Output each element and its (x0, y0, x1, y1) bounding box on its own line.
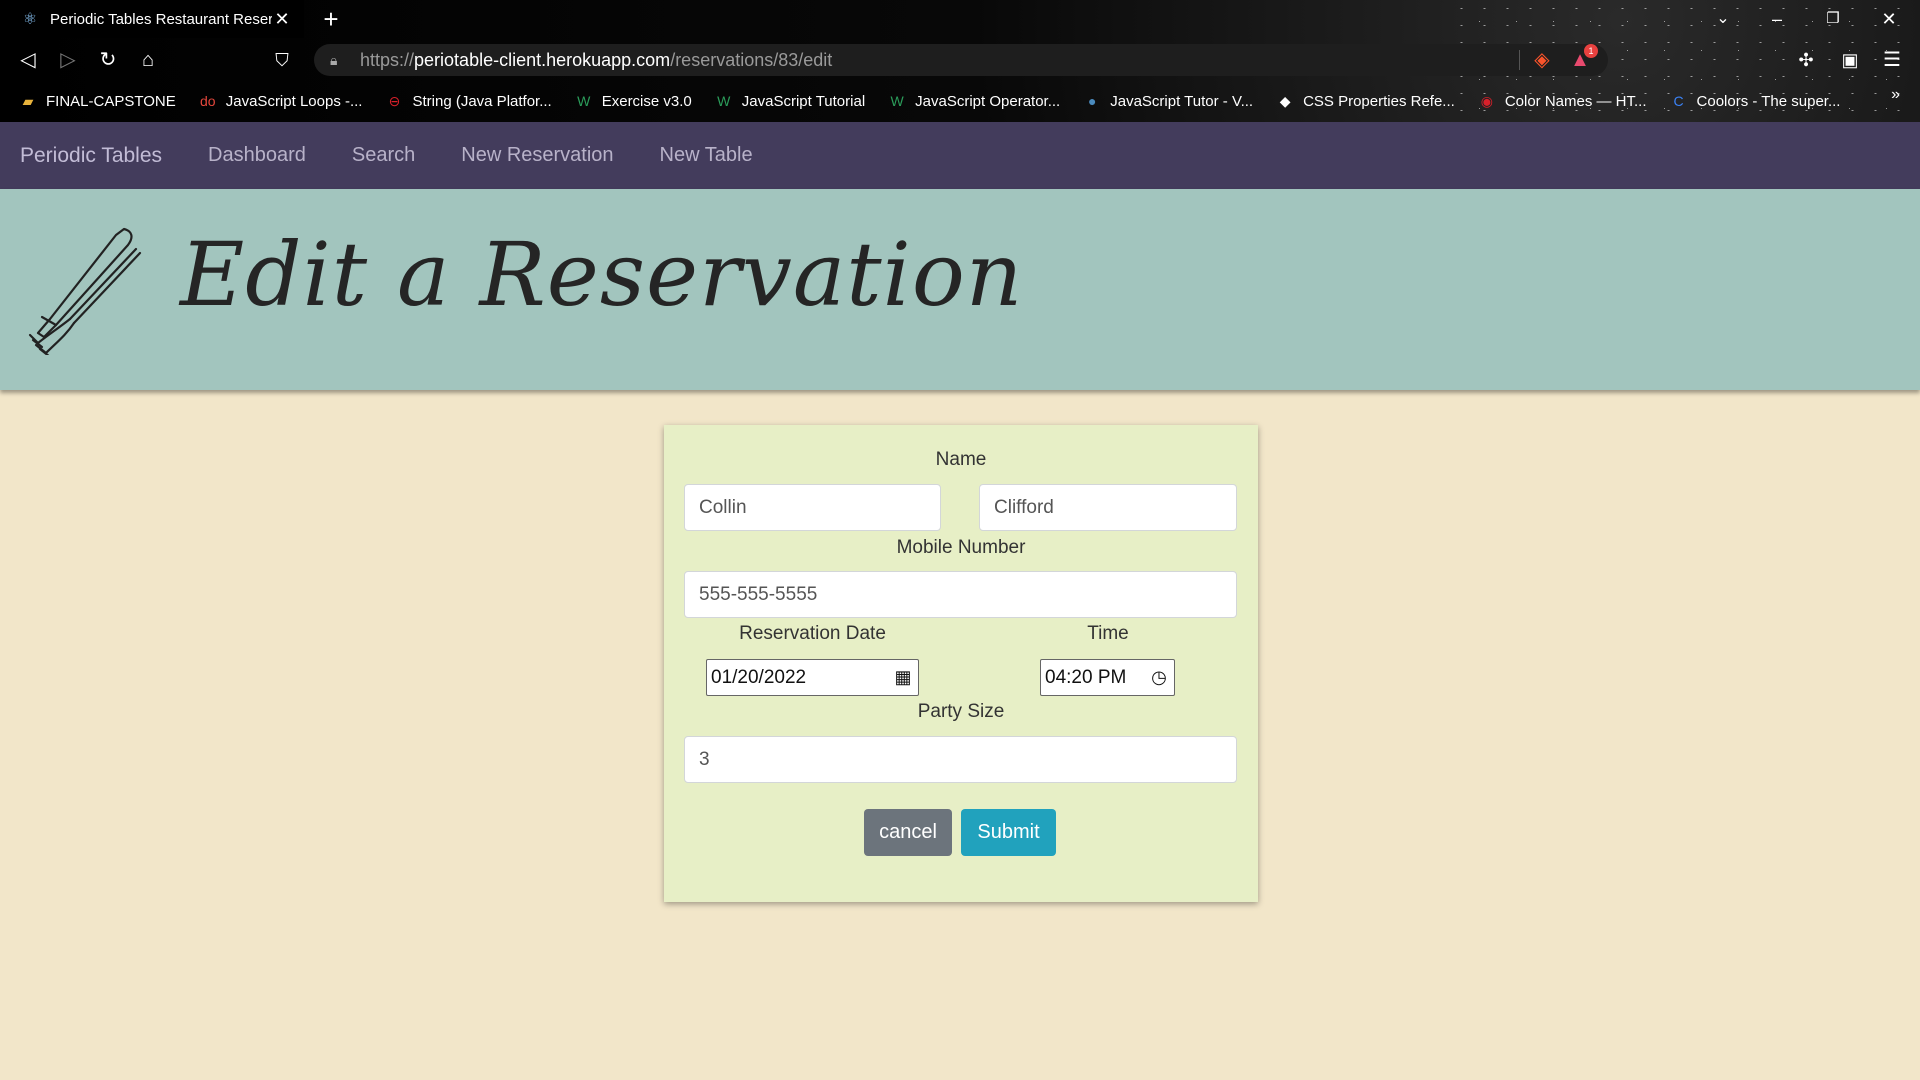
new-tab-button[interactable]: + (316, 4, 346, 34)
lock-icon: 🔒︎ (330, 51, 338, 68)
nav-link-dashboard[interactable]: Dashboard (208, 144, 306, 167)
bookmark-item[interactable]: W JavaScript Tutorial (714, 92, 865, 110)
time-value: 04:20 PM (1045, 667, 1127, 688)
nav-link-search[interactable]: Search (352, 144, 415, 167)
folder-icon: ▰ (22, 93, 34, 109)
css-ref-icon: ◆ (1279, 93, 1291, 109)
bookmark-icon[interactable]: ⛉ (268, 46, 296, 74)
tab-search-icon[interactable]: ⌄ (1700, 0, 1746, 38)
clock-icon[interactable]: ◷ (1144, 660, 1174, 695)
wallet-icon[interactable]: ▣ (1836, 46, 1864, 74)
home-icon[interactable]: ⌂ (134, 46, 162, 74)
menu-icon[interactable]: ☰ (1878, 46, 1906, 74)
url-scheme: https:// (360, 49, 415, 70)
brand-link[interactable]: Periodic Tables (20, 144, 162, 168)
bookmark-item[interactable]: ▰ FINAL-CAPSTONE (18, 92, 176, 110)
back-button[interactable]: ◁ (14, 46, 42, 74)
bookmark-label: Exercise v3.0 (601, 92, 692, 110)
minimize-button[interactable]: – (1754, 0, 1800, 38)
close-window-button[interactable]: ✕ (1866, 0, 1912, 38)
edit-reservation-form: Name Collin Clifford Mobile Number 555-5… (664, 425, 1258, 902)
brave-shields-icon[interactable]: ◈ (1530, 48, 1554, 72)
bookmark-item[interactable]: ◉ Color Names — HT... (1477, 92, 1647, 110)
rewards-badge: 1 (1584, 44, 1598, 58)
url-path: /reservations/83/edit (670, 49, 833, 70)
oracle-icon: ⊖ (388, 93, 401, 109)
tab-title: Periodic Tables Restaurant Reserv (50, 10, 272, 28)
bookmark-item[interactable]: ◆ CSS Properties Refe... (1275, 92, 1455, 110)
bookmark-item[interactable]: W Exercise v3.0 (574, 92, 692, 110)
bookmark-label: JavaScript Operator... (915, 92, 1061, 110)
bookmark-label: JavaScript Loops -... (225, 92, 363, 110)
nav-link-new-reservation[interactable]: New Reservation (461, 144, 613, 167)
reload-button[interactable]: ↻ (94, 46, 122, 74)
mobile-number-label: Mobile Number (896, 537, 1026, 558)
bookmark-item[interactable]: W JavaScript Operator... (887, 92, 1061, 110)
page-title: Edit a Reservation (180, 223, 1024, 326)
react-icon: ⚛ (22, 11, 38, 28)
time-input[interactable]: 04:20 PM ◷ (1040, 659, 1175, 696)
bookmark-item[interactable]: C Coolors - The super... (1669, 92, 1841, 110)
w3schools-icon: W (577, 93, 591, 109)
bookmark-item[interactable]: do JavaScript Loops -... (198, 92, 363, 110)
last-name-input[interactable]: Clifford (979, 484, 1237, 531)
color-names-icon: ◉ (1480, 93, 1493, 109)
calendar-icon[interactable]: ▦ (888, 660, 918, 695)
extensions-icon[interactable]: ✣ (1792, 46, 1820, 74)
mobile-number-input[interactable]: 555-555-5555 (684, 571, 1237, 618)
submit-button[interactable]: Submit (961, 809, 1056, 856)
bookmark-item[interactable]: ⊖ String (Java Platfor... (384, 92, 552, 110)
bookmark-item[interactable]: ● JavaScript Tutor - V... (1082, 92, 1253, 110)
cancel-button[interactable]: cancel (864, 809, 952, 856)
date-value: 01/20/2022 (711, 667, 807, 688)
bookmarks-overflow-button[interactable]: » (1891, 86, 1900, 104)
bookmark-label: FINAL-CAPSTONE (46, 92, 176, 110)
bookmark-label: JavaScript Tutorial (741, 92, 866, 110)
bookmark-label: CSS Properties Refe... (1303, 92, 1455, 110)
name-label: Name (935, 449, 987, 470)
w3schools-icon: W (717, 93, 731, 109)
nav-link-new-table[interactable]: New Table (660, 144, 753, 167)
close-tab-icon[interactable]: ✕ (272, 9, 292, 30)
bookmarks-bar: ▰ FINAL-CAPSTONE do JavaScript Loops -... ⊖ S… (0, 86, 1920, 116)
bookmark-label: String (Java Platfor... (412, 92, 552, 110)
restore-button[interactable]: ❐ (1810, 0, 1856, 38)
party-size-label: Party Size (917, 701, 1005, 722)
page-header-banner: Edit a Reservation (0, 189, 1920, 390)
time-label: Time (1087, 623, 1129, 644)
bookmark-label: Color Names — HT... (1504, 92, 1647, 110)
bookmark-label: Coolors - The super... (1696, 92, 1841, 110)
app-navbar: Periodic Tables Dashboard Search New Res… (0, 122, 1920, 189)
browser-chrome: ⚛ Periodic Tables Restaurant Reserv ✕ + … (0, 0, 1920, 122)
w3schools-icon: W (890, 93, 904, 109)
do-icon: do (199, 93, 216, 109)
reservation-date-input[interactable]: 01/20/2022 ▦ (706, 659, 919, 696)
omnibox-divider (1519, 50, 1520, 70)
tab-strip: ⚛ Periodic Tables Restaurant Reserv ✕ + … (0, 0, 1920, 38)
reservation-date-label: Reservation Date (739, 623, 886, 644)
python-icon: ● (1088, 93, 1097, 109)
first-name-input[interactable]: Collin (684, 484, 941, 531)
party-size-input[interactable]: 3 (684, 736, 1237, 783)
url-host: periotable-client.herokuapp.com (414, 49, 671, 70)
browser-tab[interactable]: ⚛ Periodic Tables Restaurant Reserv ✕ (8, 0, 304, 38)
browser-toolbar: ◁ ▷ ↻ ⌂ ⛉ 🔒︎ https://periotable-client.h… (0, 40, 1920, 80)
bookmark-label: JavaScript Tutor - V... (1110, 92, 1254, 110)
forward-button[interactable]: ▷ (54, 46, 82, 74)
coolors-icon: C (1673, 93, 1684, 109)
address-bar[interactable]: 🔒︎ https://periotable-client.herokuapp.c… (314, 44, 1608, 76)
knife-and-fork-icon (28, 227, 142, 355)
